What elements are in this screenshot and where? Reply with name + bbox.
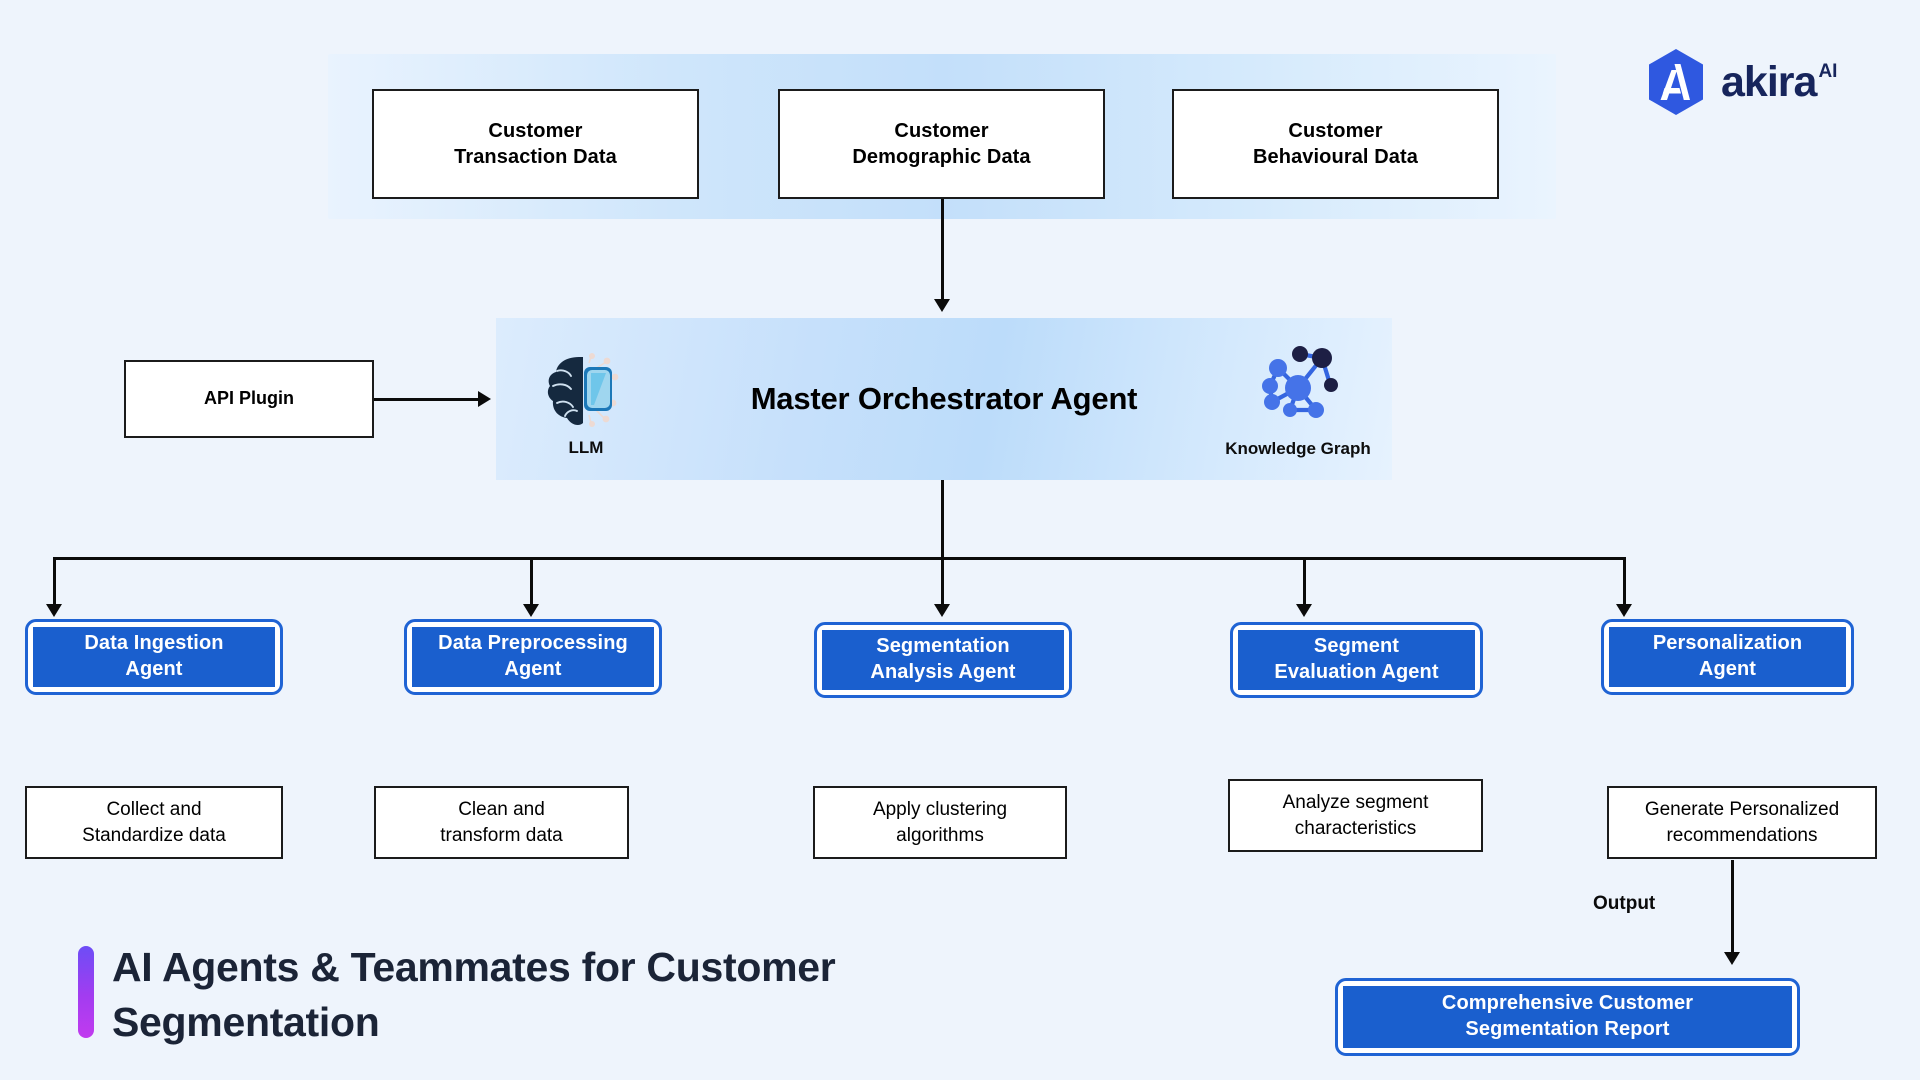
desc-line2: recommendations <box>1666 824 1818 846</box>
agent-line2: Evaluation Agent <box>1274 661 1439 683</box>
agent-box-data-ingestion[interactable]: Data Ingestion Agent <box>25 619 283 695</box>
desc-line2: algorithms <box>896 824 984 846</box>
desc-box-data-ingestion[interactable]: Collect and Standardize data <box>25 786 283 859</box>
source-line1: Customer <box>488 119 583 142</box>
connector-api-to-orchestrator <box>374 398 480 401</box>
arrowhead-agent-1 <box>46 604 62 617</box>
akira-logo: akira AI <box>1645 48 1837 116</box>
source-line2: Demographic Data <box>852 146 1031 168</box>
arrowhead-agent-3 <box>934 604 950 617</box>
logo-name: akira <box>1721 57 1817 106</box>
arrowhead-agent-4 <box>1296 604 1312 617</box>
arrowhead-agent-2 <box>523 604 539 617</box>
desc-line1: Generate Personalized <box>1644 799 1840 821</box>
connector-bus-to-agent-1 <box>53 557 56 607</box>
agent-line2: Analysis Agent <box>870 661 1016 683</box>
knowledge-graph-icon-block: Knowledge Graph <box>1225 338 1371 464</box>
title-accent-bar <box>78 946 94 1038</box>
llm-icon-block: LLM <box>528 346 644 464</box>
desc-box-segmentation-analysis[interactable]: Apply clustering algorithms <box>813 786 1067 859</box>
arrowhead-to-report <box>1724 952 1740 965</box>
diagram-canvas: akira AI Customer Transaction Data Custo… <box>0 0 1920 1080</box>
agent-line1: Segment <box>1313 635 1400 658</box>
source-line2: Behavioural Data <box>1253 146 1418 168</box>
logo-wordmark: akira AI <box>1721 58 1837 107</box>
knowledge-graph-caption: Knowledge Graph <box>1225 438 1371 458</box>
connector-bus-to-agent-2 <box>530 557 533 607</box>
data-source-box-demographic[interactable]: Customer Demographic Data <box>778 89 1105 199</box>
source-line1: Customer <box>1288 119 1383 142</box>
desc-line1: Clean and <box>458 799 545 821</box>
output-label: Output <box>1593 893 1656 914</box>
agent-box-segment-evaluation[interactable]: Segment Evaluation Agent <box>1230 622 1483 698</box>
llm-brain-chip-icon <box>547 352 619 427</box>
connector-orchestrator-trunk <box>941 480 944 559</box>
logo-superscript: AI <box>1818 60 1838 82</box>
connector-to-report <box>1731 860 1734 955</box>
desc-box-segment-evaluation[interactable]: Analyze segment characteristics <box>1228 779 1483 852</box>
connector-bus-to-agent-4 <box>1303 557 1306 607</box>
agent-line2: Agent <box>1698 658 1757 680</box>
knowledge-graph-icon <box>1262 345 1338 418</box>
comprehensive-report-box[interactable]: Comprehensive Customer Segmentation Repo… <box>1335 978 1800 1056</box>
desc-line1: Apply clustering <box>872 799 1008 821</box>
arrowhead-agent-5 <box>1616 604 1632 617</box>
akira-hexagon-logo-icon <box>1649 49 1703 115</box>
llm-caption: LLM <box>568 437 604 457</box>
agent-line2: Agent <box>504 658 562 680</box>
report-line2: Segmentation Report <box>1465 1018 1670 1040</box>
data-source-box-transaction[interactable]: Customer Transaction Data <box>372 89 699 199</box>
page-title-block: AI Agents & Teammates for Customer Segme… <box>78 940 1012 1049</box>
agent-line1: Segmentation <box>876 635 1010 658</box>
source-line2: Transaction Data <box>454 146 617 168</box>
agent-line1: Data Ingestion <box>84 632 224 655</box>
connector-sources-to-orchestrator <box>941 199 944 301</box>
agent-box-data-preprocessing[interactable]: Data Preprocessing Agent <box>404 619 662 695</box>
arrowhead-sources-to-orchestrator <box>934 299 950 312</box>
desc-box-personalization[interactable]: Generate Personalized recommendations <box>1607 786 1877 859</box>
agent-box-personalization[interactable]: Personalization Agent <box>1601 619 1854 695</box>
agent-line2: Agent <box>125 658 183 680</box>
connector-agent-bus <box>53 557 1626 560</box>
desc-line2: characteristics <box>1294 817 1417 839</box>
desc-box-data-preprocessing[interactable]: Clean and transform data <box>374 786 629 859</box>
agent-line1: Personalization <box>1652 632 1803 655</box>
agent-box-segmentation-analysis[interactable]: Segmentation Analysis Agent <box>814 622 1072 698</box>
desc-line1: Collect and <box>106 799 202 821</box>
desc-line1: Analyze segment <box>1282 792 1429 814</box>
agent-line1: Data Preprocessing <box>438 632 628 655</box>
page-title: AI Agents & Teammates for Customer Segme… <box>112 944 836 1045</box>
api-plugin-label: API Plugin <box>204 388 294 409</box>
api-plugin-box[interactable]: API Plugin <box>124 360 374 438</box>
arrowhead-api-to-orchestrator <box>478 391 491 407</box>
data-source-box-behavioural[interactable]: Customer Behavioural Data <box>1172 89 1499 199</box>
connector-bus-to-agent-3 <box>941 557 944 607</box>
connector-bus-to-agent-5 <box>1623 557 1626 607</box>
desc-line2: transform data <box>440 824 563 846</box>
desc-line2: Standardize data <box>82 824 226 846</box>
report-line1: Comprehensive Customer <box>1441 992 1694 1015</box>
source-line1: Customer <box>894 119 989 142</box>
